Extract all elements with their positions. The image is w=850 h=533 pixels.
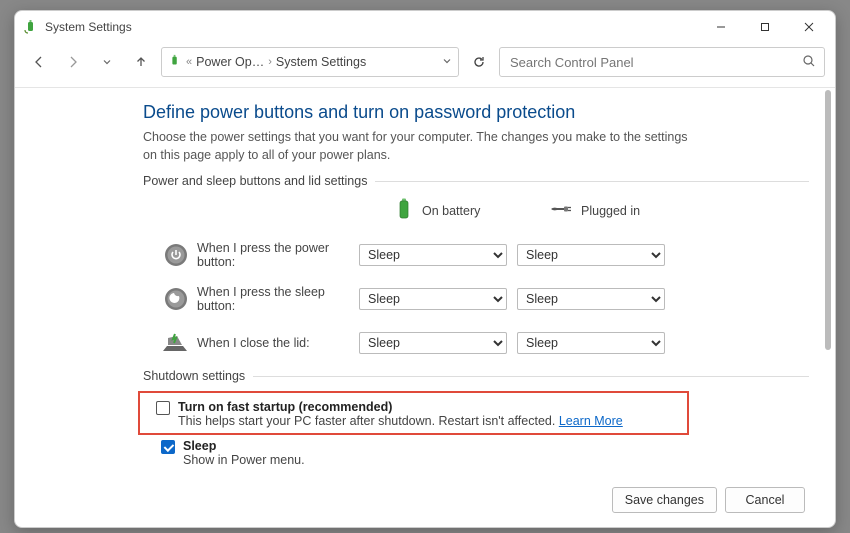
sleep-desc: Show in Power menu. — [183, 453, 305, 467]
minimize-button[interactable] — [699, 13, 743, 41]
sleep-button-icon — [163, 286, 189, 312]
fast-startup-label: Turn on fast startup (recommended) — [178, 400, 623, 414]
content-area: Define power buttons and turn on passwor… — [15, 88, 835, 527]
search-bar[interactable] — [499, 47, 825, 77]
section-power-sleep-buttons: Power and sleep buttons and lid settings — [143, 174, 809, 188]
lid-battery-select[interactable]: Sleep — [359, 332, 507, 354]
chevron-left-icon: « — [186, 56, 192, 68]
fast-startup-setting: Turn on fast startup (recommended) This … — [144, 396, 683, 430]
address-bar[interactable]: « Power Op… › System Settings — [161, 47, 459, 77]
chevron-right-icon: › — [268, 56, 272, 68]
battery-icon — [394, 196, 414, 225]
power-button-battery-select[interactable]: Sleep — [359, 244, 507, 266]
breadcrumb-power-options[interactable]: Power Op… — [196, 55, 264, 69]
dialog-buttons: Save changes Cancel — [612, 487, 805, 513]
up-button[interactable] — [127, 48, 155, 76]
sleep-button-plugged-select[interactable]: Sleep — [517, 288, 665, 310]
window-title: System Settings — [45, 20, 699, 34]
columns-header: On battery Plugged in — [143, 196, 809, 225]
power-button-plugged-select[interactable]: Sleep — [517, 244, 665, 266]
system-settings-window: System Settings — [14, 10, 836, 528]
section-shutdown-label-text: Shutdown settings — [143, 369, 245, 383]
row-close-lid: When I close the lid: Sleep Sleep — [143, 323, 809, 363]
row-sleep-button: When I press the sleep button: Sleep Sle… — [143, 279, 809, 319]
plugged-in-header: Plugged in — [549, 201, 704, 220]
laptop-lid-icon — [163, 330, 189, 356]
highlight-fast-startup: Turn on fast startup (recommended) This … — [138, 391, 689, 435]
fast-startup-desc: This helps start your PC faster after sh… — [178, 414, 623, 428]
learn-more-link[interactable]: Learn More — [559, 414, 623, 428]
sleep-button-battery-select[interactable]: Sleep — [359, 288, 507, 310]
maximize-button[interactable] — [743, 13, 787, 41]
toolbar: « Power Op… › System Settings — [15, 43, 835, 88]
row-power-label: When I press the power button: — [197, 241, 359, 269]
row-power-button: When I press the power button: Sleep Sle… — [143, 235, 809, 275]
forward-button[interactable] — [59, 48, 87, 76]
row-lid-label: When I close the lid: — [197, 336, 359, 350]
section-label-text: Power and sleep buttons and lid settings — [143, 174, 367, 188]
plugged-in-label: Plugged in — [581, 204, 640, 218]
save-changes-button[interactable]: Save changes — [612, 487, 717, 513]
row-sleep-label: When I press the sleep button: — [197, 285, 359, 313]
on-battery-label: On battery — [422, 204, 480, 218]
chevron-down-icon[interactable] — [442, 55, 452, 69]
power-button-icon — [163, 242, 189, 268]
on-battery-header: On battery — [394, 196, 549, 225]
back-button[interactable] — [25, 48, 53, 76]
sleep-setting: Sleep Show in Power menu. — [143, 435, 809, 469]
fast-startup-checkbox[interactable] — [156, 401, 170, 415]
search-input[interactable] — [508, 54, 802, 71]
power-config-icon — [23, 19, 39, 35]
page-description: Choose the power settings that you want … — [143, 129, 693, 164]
power-config-icon — [168, 54, 182, 71]
search-icon[interactable] — [802, 54, 816, 71]
titlebar: System Settings — [15, 11, 835, 43]
breadcrumb-system-settings[interactable]: System Settings — [276, 55, 366, 69]
section-shutdown-settings: Shutdown settings — [143, 369, 809, 383]
refresh-button[interactable] — [465, 48, 493, 76]
recent-dropdown[interactable] — [93, 48, 121, 76]
cancel-button[interactable]: Cancel — [725, 487, 805, 513]
sleep-checkbox[interactable] — [161, 440, 175, 454]
plug-icon — [549, 201, 573, 220]
lid-plugged-select[interactable]: Sleep — [517, 332, 665, 354]
scrollbar-thumb[interactable] — [825, 90, 831, 350]
page-title: Define power buttons and turn on passwor… — [143, 102, 809, 123]
sleep-label: Sleep — [183, 439, 305, 453]
close-button[interactable] — [787, 13, 831, 41]
